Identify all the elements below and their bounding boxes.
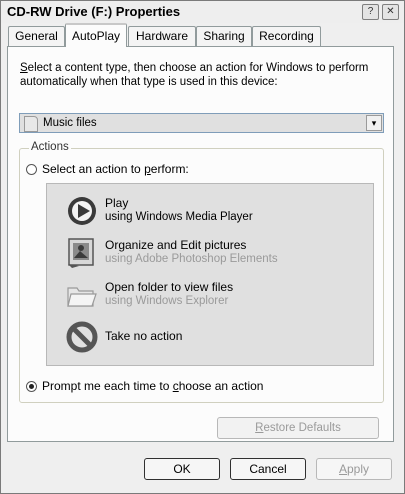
action-organize-pictures[interactable]: Organize and Edit pictures using Adobe P… [47, 234, 373, 270]
window-title: CD-RW Drive (F:) Properties [7, 4, 181, 19]
ok-button[interactable]: OK [144, 458, 220, 480]
select-action-label[interactable]: Select an action to perform: [42, 162, 189, 176]
apply-button[interactable]: Apply [316, 458, 392, 480]
select-action-radio[interactable] [26, 164, 37, 175]
chevron-down-icon[interactable]: ▾ [366, 115, 382, 131]
action-title: Organize and Edit pictures [105, 238, 247, 252]
close-button[interactable]: ✕ [382, 4, 399, 20]
folder-icon [67, 287, 97, 307]
tab-sharing[interactable]: Sharing [196, 26, 252, 46]
tab-recording[interactable]: Recording [252, 26, 321, 46]
restore-defaults-button[interactable]: Restore Defaults [217, 417, 379, 439]
action-title: Open folder to view files [105, 280, 234, 294]
actions-group-label: Actions [29, 141, 71, 153]
content-type-dropdown[interactable]: Music files ▾ [19, 113, 384, 133]
prompt-radio[interactable] [26, 381, 37, 392]
title-bar[interactable]: CD-RW Drive (F:) Properties ? ✕ [1, 1, 404, 23]
help-button[interactable]: ? [362, 4, 379, 20]
action-title: Take no action [105, 329, 183, 343]
tab-autoplay[interactable]: AutoPlay [65, 23, 127, 47]
tab-general[interactable]: General [8, 26, 65, 46]
media-player-icon [68, 197, 96, 225]
tab-hardware[interactable]: Hardware [128, 26, 196, 46]
action-take-no-action[interactable]: Take no action [47, 318, 373, 354]
action-open-folder[interactable]: Open folder to view files using Windows … [47, 276, 373, 312]
content-type-description: Select a content type, then choose an ac… [20, 62, 369, 88]
content-type-selected: Music files [43, 117, 97, 129]
music-file-icon [24, 116, 38, 132]
action-subtitle: using Windows Media Player [105, 211, 253, 223]
description-accel: S [20, 62, 28, 74]
action-play[interactable]: Play using Windows Media Player [47, 192, 373, 228]
cancel-button[interactable]: Cancel [230, 458, 306, 480]
action-title: Play [105, 196, 129, 210]
action-subtitle: using Windows Explorer [105, 295, 229, 307]
photoshop-picture-icon [68, 238, 94, 268]
no-action-icon [66, 321, 98, 353]
action-subtitle: using Adobe Photoshop Elements [105, 253, 278, 265]
action-list: Play using Windows Media Player Organize… [46, 183, 374, 366]
prompt-label[interactable]: Prompt me each time to choose an action [42, 379, 263, 393]
